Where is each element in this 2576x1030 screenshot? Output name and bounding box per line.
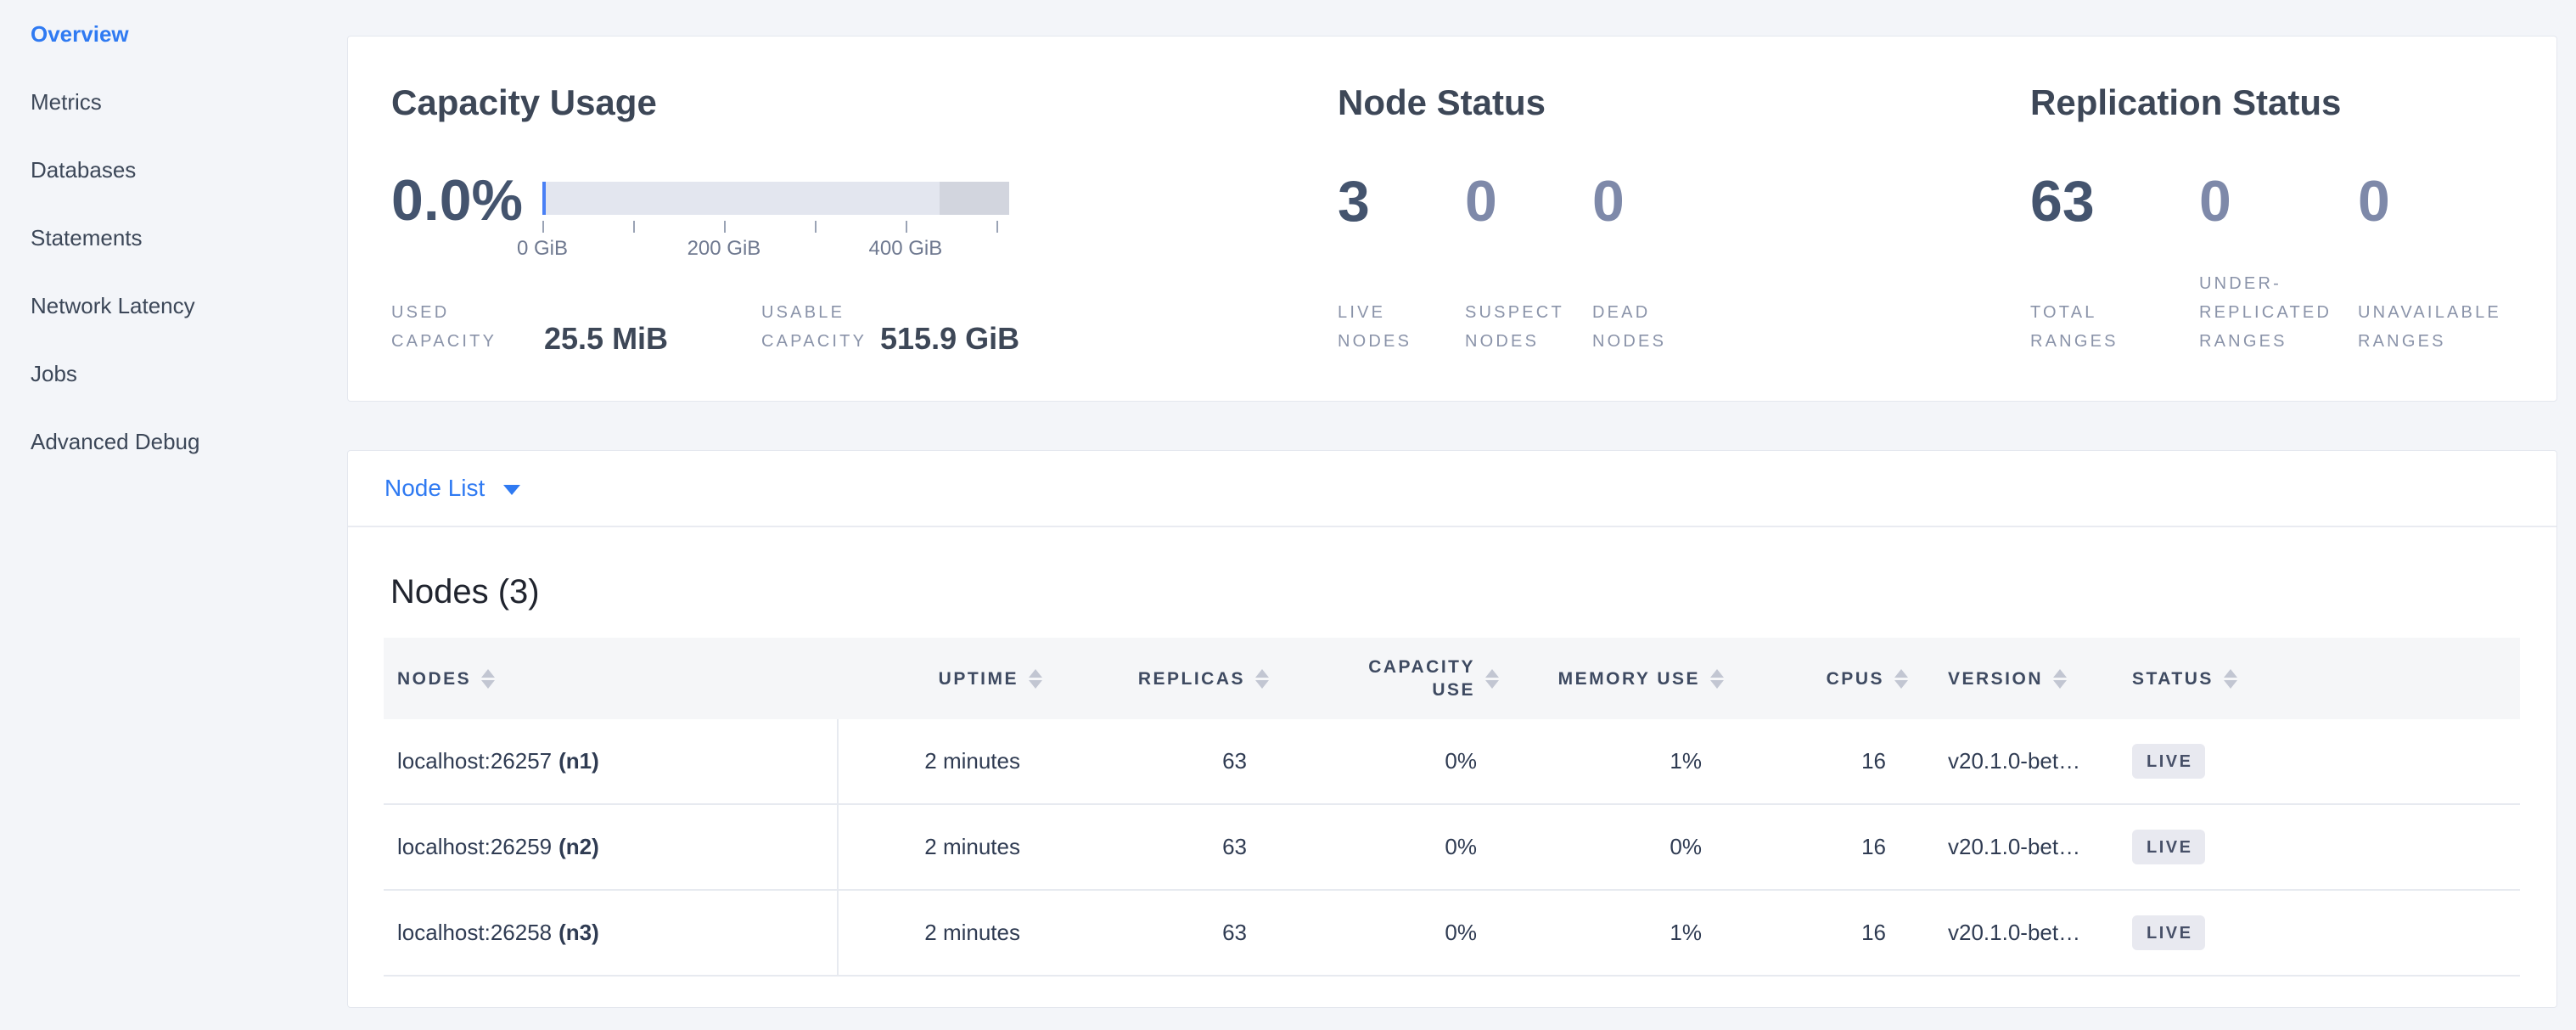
capacity-gauge-reserved-segment — [940, 182, 1010, 215]
header-nodes[interactable]: NODES — [384, 638, 839, 719]
sort-icon — [2224, 669, 2237, 689]
capacity-gauge-used-segment — [542, 182, 546, 215]
sidebar: Overview Metrics Databases Statements Ne… — [0, 0, 347, 1030]
table-row[interactable]: localhost:26257 (n1) 2 minutes 63 0% 1% … — [384, 719, 2520, 805]
total-ranges-label: TOTAL RANGES — [2030, 298, 2199, 356]
cluster-summary-card: Capacity Usage 0.0% 0 GiB 200 GiB — [347, 36, 2557, 402]
memory-use-cell: 1% — [1516, 719, 1732, 803]
sidebar-item-statements[interactable]: Statements — [0, 204, 347, 272]
node-list-card: Node List Nodes (3) NODES UPTIME — [347, 450, 2557, 1008]
memory-use-cell: 1% — [1516, 891, 1732, 975]
uptime-cell: 2 minutes — [839, 719, 1032, 803]
table-row[interactable]: localhost:26259 (n2) 2 minutes 63 0% 0% … — [384, 805, 2520, 891]
sidebar-item-metrics[interactable]: Metrics — [0, 68, 347, 136]
node-id: (n2) — [558, 834, 599, 860]
node-status-labels: LIVE NODES SUSPECT NODES DEAD NODES — [1338, 298, 1666, 356]
replicas-cell: 63 — [1032, 805, 1259, 889]
node-list-dropdown-label[interactable]: Node List — [384, 475, 485, 502]
usable-capacity-label: USABLE CAPACITY — [761, 298, 880, 356]
total-ranges-count: 63 — [2030, 172, 2199, 231]
capacity-stats: USED CAPACITY 25.5 MiB USABLE CAPACITY 5… — [391, 298, 1019, 356]
live-nodes-count: 3 — [1338, 172, 1465, 231]
under-replicated-ranges-label: UNDER- REPLICATED RANGES — [2199, 269, 2358, 356]
status-badge: LIVE — [2132, 830, 2205, 864]
nodes-table-section: Nodes (3) NODES UPTIME REPLICAS — [348, 527, 2556, 977]
unavailable-ranges-count: 0 — [2358, 172, 2390, 231]
memory-use-cell: 0% — [1516, 805, 1732, 889]
version-cell: v20.1.0-bet… — [1902, 719, 2097, 803]
capacity-usage-panel: Capacity Usage 0.0% 0 GiB 200 GiB — [391, 37, 1308, 401]
table-row[interactable]: localhost:26258 (n3) 2 minutes 63 0% 1% … — [384, 891, 2520, 977]
suspect-nodes-label: SUSPECT NODES — [1465, 298, 1592, 356]
axis-tick-0: 0 GiB — [517, 237, 568, 261]
sidebar-item-jobs[interactable]: Jobs — [0, 340, 347, 408]
sort-icon — [2053, 669, 2067, 689]
nodes-table: NODES UPTIME REPLICAS CAPACITY USE — [384, 638, 2520, 977]
sidebar-item-databases[interactable]: Databases — [0, 136, 347, 204]
replication-numbers: 63 0 0 — [2030, 172, 2390, 231]
uptime-cell: 2 minutes — [839, 891, 1032, 975]
header-memory-use[interactable]: MEMORY USE — [1516, 638, 1732, 719]
sidebar-item-network-latency[interactable]: Network Latency — [0, 272, 347, 340]
sort-icon — [1710, 669, 1724, 689]
capacity-used-percent: 0.0% — [391, 172, 523, 230]
version-cell: v20.1.0-bet… — [1902, 805, 2097, 889]
dead-nodes-count: 0 — [1592, 172, 1625, 231]
status-badge: LIVE — [2132, 744, 2205, 779]
node-status-panel: Node Status 3 0 0 LIVE NODES SUSPECT NOD… — [1338, 37, 1983, 401]
replicas-cell: 63 — [1032, 891, 1259, 975]
replication-status-panel: Replication Status 63 0 0 TOTAL RANGES U… — [2030, 37, 2540, 401]
replicas-cell: 63 — [1032, 719, 1259, 803]
uptime-cell: 2 minutes — [839, 805, 1032, 889]
header-status[interactable]: STATUS — [2097, 638, 2520, 719]
capacity-gauge-ticks — [542, 221, 1009, 234]
axis-tick-400: 400 GiB — [869, 237, 943, 261]
version-cell: v20.1.0-bet… — [1902, 891, 2097, 975]
header-version[interactable]: VERSION — [1902, 638, 2097, 719]
capacity-gauge-labels: 0 GiB 200 GiB 400 GiB — [542, 237, 1009, 262]
view-selector[interactable]: Node List — [348, 451, 2556, 527]
replication-labels: TOTAL RANGES UNDER- REPLICATED RANGES UN… — [2030, 269, 2501, 356]
node-id: (n1) — [558, 748, 599, 774]
header-uptime[interactable]: UPTIME — [839, 638, 1032, 719]
sort-icon — [481, 669, 495, 689]
capacity-use-cell: 0% — [1259, 891, 1516, 975]
used-capacity-label: USED CAPACITY — [391, 298, 544, 356]
suspect-nodes-count: 0 — [1465, 172, 1592, 231]
capacity-gauge: 0 GiB 200 GiB 400 GiB — [542, 182, 1009, 262]
under-replicated-ranges-count: 0 — [2199, 172, 2358, 231]
cockroachdb-admin-overview: Overview Metrics Databases Statements Ne… — [0, 0, 2576, 1030]
cpus-cell: 16 — [1732, 891, 1902, 975]
cpus-cell: 16 — [1732, 719, 1902, 803]
sidebar-item-advanced-debug[interactable]: Advanced Debug — [0, 408, 347, 476]
capacity-gauge-bar — [542, 182, 1009, 215]
usable-capacity-value: 515.9 GiB — [880, 322, 1019, 356]
capacity-use-cell: 0% — [1259, 805, 1516, 889]
node-status-numbers: 3 0 0 — [1338, 172, 1625, 231]
node-id: (n3) — [558, 920, 599, 946]
capacity-use-cell: 0% — [1259, 719, 1516, 803]
chevron-down-icon — [503, 485, 520, 495]
header-capacity-use[interactable]: CAPACITY USE — [1259, 638, 1516, 719]
used-capacity-value: 25.5 MiB — [544, 322, 710, 356]
nodes-heading: Nodes (3) — [390, 573, 2518, 611]
sidebar-item-overview[interactable]: Overview — [0, 0, 347, 68]
dead-nodes-label: DEAD NODES — [1592, 298, 1666, 356]
cpus-cell: 16 — [1732, 805, 1902, 889]
node-address[interactable]: localhost:26257 — [397, 748, 552, 774]
node-address[interactable]: localhost:26258 — [397, 920, 552, 946]
capacity-usage-title: Capacity Usage — [391, 82, 657, 123]
sort-icon — [1485, 669, 1499, 689]
node-address[interactable]: localhost:26259 — [397, 834, 552, 860]
node-status-title: Node Status — [1338, 82, 1546, 123]
header-replicas[interactable]: REPLICAS — [1032, 638, 1259, 719]
header-cpus[interactable]: CPUS — [1732, 638, 1902, 719]
nodes-table-header: NODES UPTIME REPLICAS CAPACITY USE — [384, 638, 2520, 719]
axis-tick-200: 200 GiB — [687, 237, 761, 261]
replication-status-title: Replication Status — [2030, 82, 2341, 123]
status-badge: LIVE — [2132, 915, 2205, 950]
live-nodes-label: LIVE NODES — [1338, 298, 1465, 356]
unavailable-ranges-label: UNAVAILABLE RANGES — [2358, 298, 2501, 356]
